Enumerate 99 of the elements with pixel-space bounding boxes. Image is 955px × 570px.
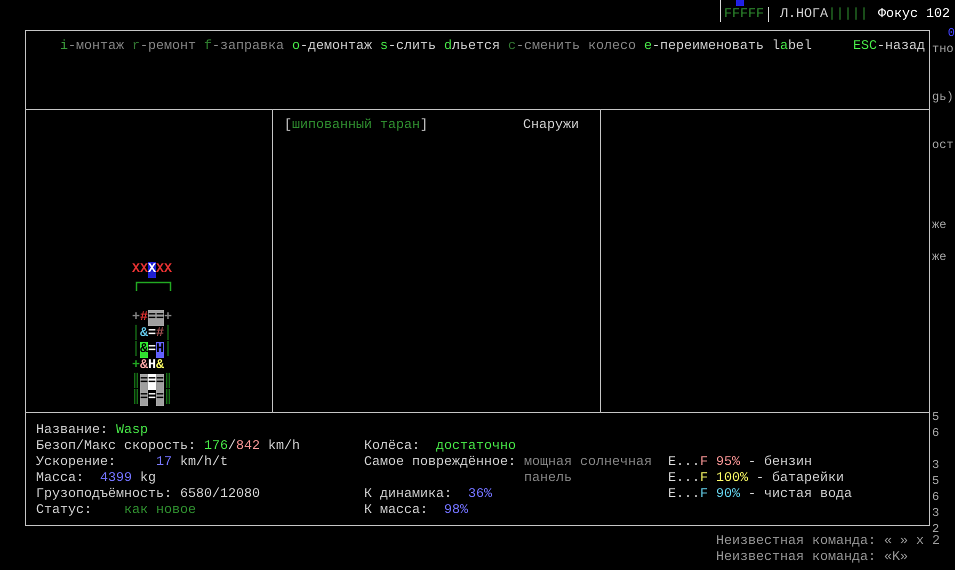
info-label: Ускорение: <box>36 455 116 471</box>
info-value: мощная солнечная панель <box>524 455 652 487</box>
info-label: Название: <box>36 423 109 439</box>
part-location: Снаружи <box>523 118 579 134</box>
map-glyph: # <box>156 326 164 342</box>
map-glyph: + <box>132 358 140 373</box>
map-glyph: = <box>148 390 156 406</box>
focus-label: Фокус 102 <box>878 7 950 23</box>
info-label: К масса: <box>364 503 428 519</box>
health-text: ||||| <box>828 7 868 23</box>
fuel-level: 95% <box>715 455 740 471</box>
info-label: Самое повреждённое: <box>364 455 516 472</box>
key-hint[interactable]: r-ремонт <box>132 39 196 109</box>
fuel-gauge: E...F <box>668 455 708 471</box>
limb-status-text: FFFFF <box>724 7 769 22</box>
highlighted-tile: = <box>156 390 164 406</box>
fuel-gauge: E...F <box>668 471 708 487</box>
map-glyph: H <box>148 358 156 374</box>
highlighted-tile: = <box>156 374 164 390</box>
fuel-name: - бензин <box>746 455 812 471</box>
map-glyph: X <box>156 262 164 278</box>
fuel-level: 100% <box>715 471 748 487</box>
cut-text: gь) <box>932 91 954 104</box>
highlighted-tile: & <box>140 342 148 358</box>
map-glyph: │ <box>164 326 172 341</box>
cut-text: 6 <box>932 491 940 504</box>
map-glyph: & <box>156 358 164 374</box>
cut-text: 3 <box>932 459 940 472</box>
highlighted-tile: = <box>156 310 164 326</box>
map-glyph: & <box>140 358 148 374</box>
info-value: Wasp <box>116 423 148 439</box>
map-glyph: X <box>140 262 148 278</box>
limb-label: Л.НОГА <box>780 7 828 23</box>
info-value: как новое <box>122 503 196 519</box>
key-hint[interactable]: c-сменить колесо <box>508 39 636 109</box>
key-hint[interactable]: i-монтаж <box>60 39 124 109</box>
info-label: К динамика: <box>364 487 452 503</box>
key-hint[interactable]: dльется <box>444 39 500 109</box>
info-value: 176 <box>204 439 228 455</box>
cut-text: ост <box>932 139 954 152</box>
map-glyph: ║ <box>132 390 140 406</box>
map-glyph: ║ <box>164 374 172 389</box>
highlighted-tile: = <box>140 390 148 406</box>
cut-text: тно <box>932 43 954 56</box>
highlighted-tile: = <box>148 374 156 390</box>
key-hint[interactable]: o-демонтаж <box>292 39 372 109</box>
cut-text: 2 <box>932 523 940 536</box>
info-value: / <box>228 439 236 455</box>
fuel-name: - батарейки <box>754 471 844 487</box>
cut-text: 5 <box>932 411 940 424</box>
map-glyph: ║ <box>132 374 140 389</box>
info-label: Статус: <box>36 503 92 519</box>
info-value: достаточно <box>436 439 516 455</box>
map-glyph: │ <box>164 342 172 358</box>
info-value: 4399 <box>98 471 132 487</box>
back-hint[interactable]: ESC-назад <box>853 39 925 109</box>
cut-text: 0 <box>948 27 955 40</box>
highlighted-tile: X <box>148 262 156 278</box>
map-glyph: │ <box>132 326 140 341</box>
log-message: Неизвестная команда: «K» <box>716 550 909 566</box>
cut-text: же <box>932 251 946 264</box>
map-glyph: = <box>148 326 156 342</box>
cut-text: же <box>932 219 946 232</box>
info-label: Грузоподъёмность: 6580/12080 <box>36 487 260 503</box>
marker-icon <box>736 0 744 6</box>
info-value: km/h/t <box>178 455 228 471</box>
map-glyph: # <box>140 310 148 326</box>
info-label: Колёса: <box>364 439 420 455</box>
highlighted-tile: = <box>140 374 148 390</box>
info-label: Масса: <box>36 471 84 487</box>
map-glyph: = <box>148 342 156 358</box>
highlighted-tile: H <box>156 342 164 358</box>
map-glyph: + <box>164 310 172 325</box>
fuel-name: - чистая вода <box>746 487 852 503</box>
key-hint[interactable]: label <box>772 39 812 109</box>
cut-text: 5 <box>932 475 940 488</box>
cut-text: 6 <box>932 427 940 440</box>
map-glyph: X <box>132 262 140 278</box>
info-value: 17 <box>155 455 172 471</box>
key-hint[interactable]: s-слить <box>380 39 436 109</box>
info-label: Безоп/Макс скорость: <box>36 439 197 455</box>
highlighted-tile: = <box>148 310 156 326</box>
map-glyph: & <box>140 326 148 342</box>
map-glyph: │ <box>132 342 140 358</box>
info-value: kg <box>138 471 156 487</box>
map-glyph: + <box>132 310 140 325</box>
fuel-gauge: E...F <box>668 487 708 503</box>
key-hint[interactable]: e-переименовать <box>644 39 764 109</box>
cut-text: 3 <box>932 507 940 520</box>
info-value: 98% <box>444 503 468 519</box>
map-glyph: X <box>164 262 172 278</box>
info-value: 842 <box>236 439 260 455</box>
map-glyph: ║ <box>164 390 172 406</box>
log-message: Неизвестная команда: « » x 2 <box>716 534 941 550</box>
info-value: km/h <box>266 439 300 455</box>
part-name[interactable]: [шипованный таран] <box>284 118 428 134</box>
fuel-level: 90% <box>715 487 740 503</box>
key-hint[interactable]: f-заправка <box>204 39 284 109</box>
info-value: 36% <box>468 487 492 503</box>
